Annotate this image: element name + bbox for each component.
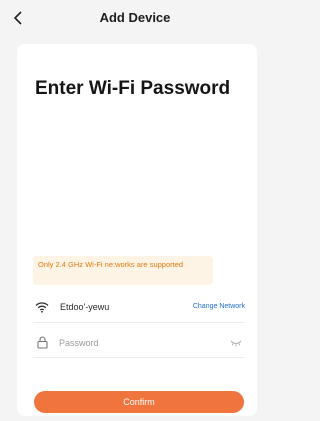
network-name: Etdoo'-yewu (60, 302, 110, 312)
password-input[interactable] (59, 334, 209, 352)
wifi-band-warning: Only 2.4 GHz Wi-Fi ne:works are supporte… (33, 256, 213, 285)
password-row (33, 333, 245, 358)
change-network-link[interactable]: Change Network (193, 303, 245, 310)
eye-closed-icon[interactable] (230, 339, 242, 347)
lock-icon (37, 336, 48, 349)
form-heading: Enter Wi-Fi Password (35, 78, 231, 99)
network-row: Etdoo'-yewu Change Network (33, 298, 245, 323)
confirm-button[interactable]: Confirm (34, 391, 244, 413)
wifi-form-card: Enter Wi-Fi Password Only 2.4 GHz Wi-Fi … (17, 44, 257, 416)
wifi-icon (35, 302, 49, 313)
page-title: Add Device (99, 10, 171, 25)
top-bar: Add Device (0, 0, 270, 36)
